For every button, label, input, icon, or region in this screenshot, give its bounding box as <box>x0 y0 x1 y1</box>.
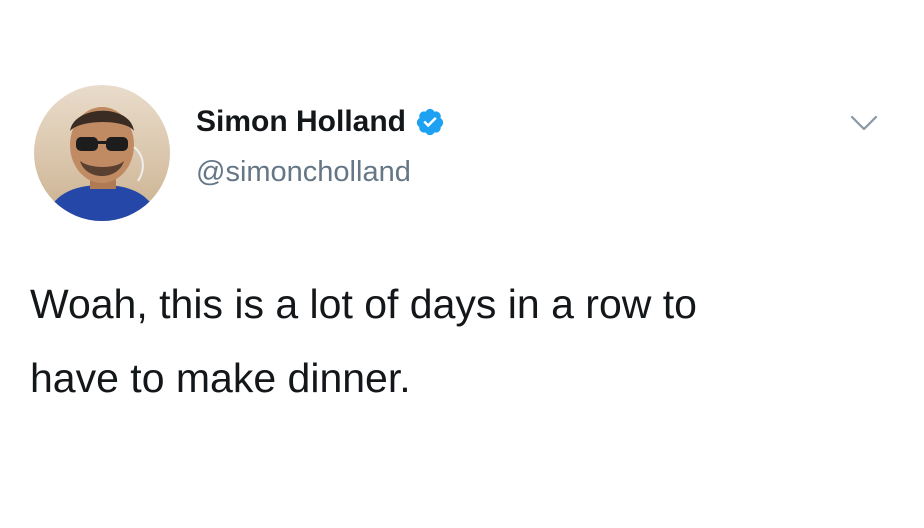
author-handle[interactable]: @simoncholland <box>196 154 411 190</box>
tweet-text: Woah, this is a lot of days in a row to … <box>30 278 900 404</box>
avatar-photo <box>34 85 170 221</box>
avatar[interactable] <box>34 85 170 221</box>
tweet-card: Simon Holland @simoncholland Woah, this … <box>0 0 924 528</box>
tweet-text-line-2: have to make dinner. <box>30 355 411 401</box>
author-display-name[interactable]: Simon Holland <box>196 104 406 140</box>
tweet-menu-button[interactable] <box>848 112 880 134</box>
verified-badge-icon <box>415 107 445 137</box>
author-name-row: Simon Holland <box>196 104 445 140</box>
chevron-down-icon <box>850 115 878 131</box>
tweet-text-line-1: Woah, this is a lot of days in a row to <box>30 281 697 327</box>
